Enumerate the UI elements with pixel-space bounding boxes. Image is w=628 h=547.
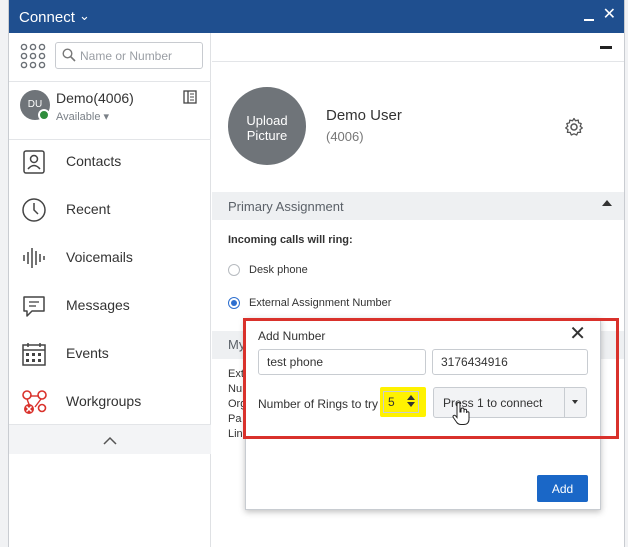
search-input[interactable] xyxy=(80,46,198,65)
external-number-radio[interactable] xyxy=(228,297,240,309)
minimize-panel-icon[interactable] xyxy=(600,46,612,49)
nav-item-contacts[interactable]: Contacts xyxy=(9,139,211,187)
close-icon[interactable]: ✕ xyxy=(569,324,586,344)
nav-label: Workgroups xyxy=(66,393,142,409)
phone-number-field[interactable] xyxy=(432,349,588,375)
stepper-arrows-icon[interactable] xyxy=(406,394,416,408)
nav-label: Contacts xyxy=(66,153,122,169)
search-row xyxy=(9,33,211,82)
chevron-up-icon xyxy=(103,436,117,445)
field-label: Nu xyxy=(228,383,243,395)
nav-label: Events xyxy=(66,345,109,361)
number-name-field[interactable] xyxy=(258,349,426,375)
dialog-title: Add Number xyxy=(258,329,326,343)
nav-item-messages[interactable]: Messages xyxy=(9,283,211,331)
main-header xyxy=(212,33,624,62)
nav-label: Voicemails xyxy=(66,249,133,265)
upload-picture-button[interactable]: Upload Picture xyxy=(228,87,306,165)
voicemail-icon xyxy=(23,248,45,268)
hand-cursor-icon xyxy=(452,402,470,425)
presence-status[interactable]: Available ▾ xyxy=(56,110,109,123)
field-label: Ext xyxy=(228,368,244,380)
chevron-down-icon[interactable]: ⌄ xyxy=(79,8,90,24)
section-title: Primary Assignment xyxy=(228,199,344,214)
profile-extension: (4006) xyxy=(326,129,364,144)
rings-label: Number of Rings to try xyxy=(258,397,379,411)
user-name: Demo(4006) xyxy=(56,90,134,106)
add-number-dialog: Add Number ✕ Number of Rings to try 5 Pr… xyxy=(245,318,601,510)
section-title: My xyxy=(228,337,246,352)
rings-stepper[interactable]: 5 xyxy=(380,387,426,417)
close-window-icon[interactable]: ✕ xyxy=(603,7,616,23)
add-button[interactable]: Add xyxy=(537,475,588,502)
select-divider xyxy=(564,388,565,417)
desk-phone-radio[interactable] xyxy=(228,264,240,276)
caret-up-icon xyxy=(602,200,612,206)
search-box xyxy=(55,42,203,69)
primary-assignment-header[interactable]: Primary Assignment xyxy=(212,192,624,220)
field-label: Pa xyxy=(228,413,242,425)
status-indicator xyxy=(38,109,50,121)
nav-label: Recent xyxy=(66,201,111,217)
nav-item-events[interactable]: Events xyxy=(9,331,211,379)
workgroups-icon xyxy=(22,390,47,414)
app-title: Connect xyxy=(19,9,75,26)
dialpad-icon[interactable] xyxy=(20,43,46,69)
nav-item-voicemails[interactable]: Voicemails xyxy=(9,235,211,283)
external-number-label: External Assignment Number xyxy=(249,297,392,309)
incoming-calls-label: Incoming calls will ring: xyxy=(228,234,353,246)
user-row[interactable]: DU Demo(4006) Available ▾ xyxy=(9,82,211,140)
field-label: Lin xyxy=(228,428,243,440)
clock-icon xyxy=(22,198,46,222)
field-label: Org xyxy=(228,398,247,410)
calendar-icon xyxy=(22,343,46,366)
caret-down-icon[interactable] xyxy=(572,400,578,404)
collapse-nav-button[interactable] xyxy=(9,424,211,454)
partial-field-labels: Ext Nu Org Pa Lin xyxy=(228,367,246,442)
nav-item-workgroups[interactable]: Workgroups xyxy=(9,379,211,427)
sidebar: DU Demo(4006) Available ▾ Contacts xyxy=(9,33,211,547)
contacts-icon xyxy=(23,150,45,174)
nav-item-recent[interactable]: Recent xyxy=(9,187,211,235)
message-icon xyxy=(23,296,45,317)
title-bar: Connect ⌄ ✕ xyxy=(9,0,624,33)
address-book-icon[interactable] xyxy=(183,90,197,104)
gear-icon[interactable] xyxy=(564,117,584,137)
desk-phone-label: Desk phone xyxy=(249,264,308,276)
minimize-icon[interactable] xyxy=(582,8,596,24)
nav-label: Messages xyxy=(66,297,130,313)
search-icon xyxy=(62,48,76,62)
profile-name: Demo User xyxy=(326,107,402,124)
